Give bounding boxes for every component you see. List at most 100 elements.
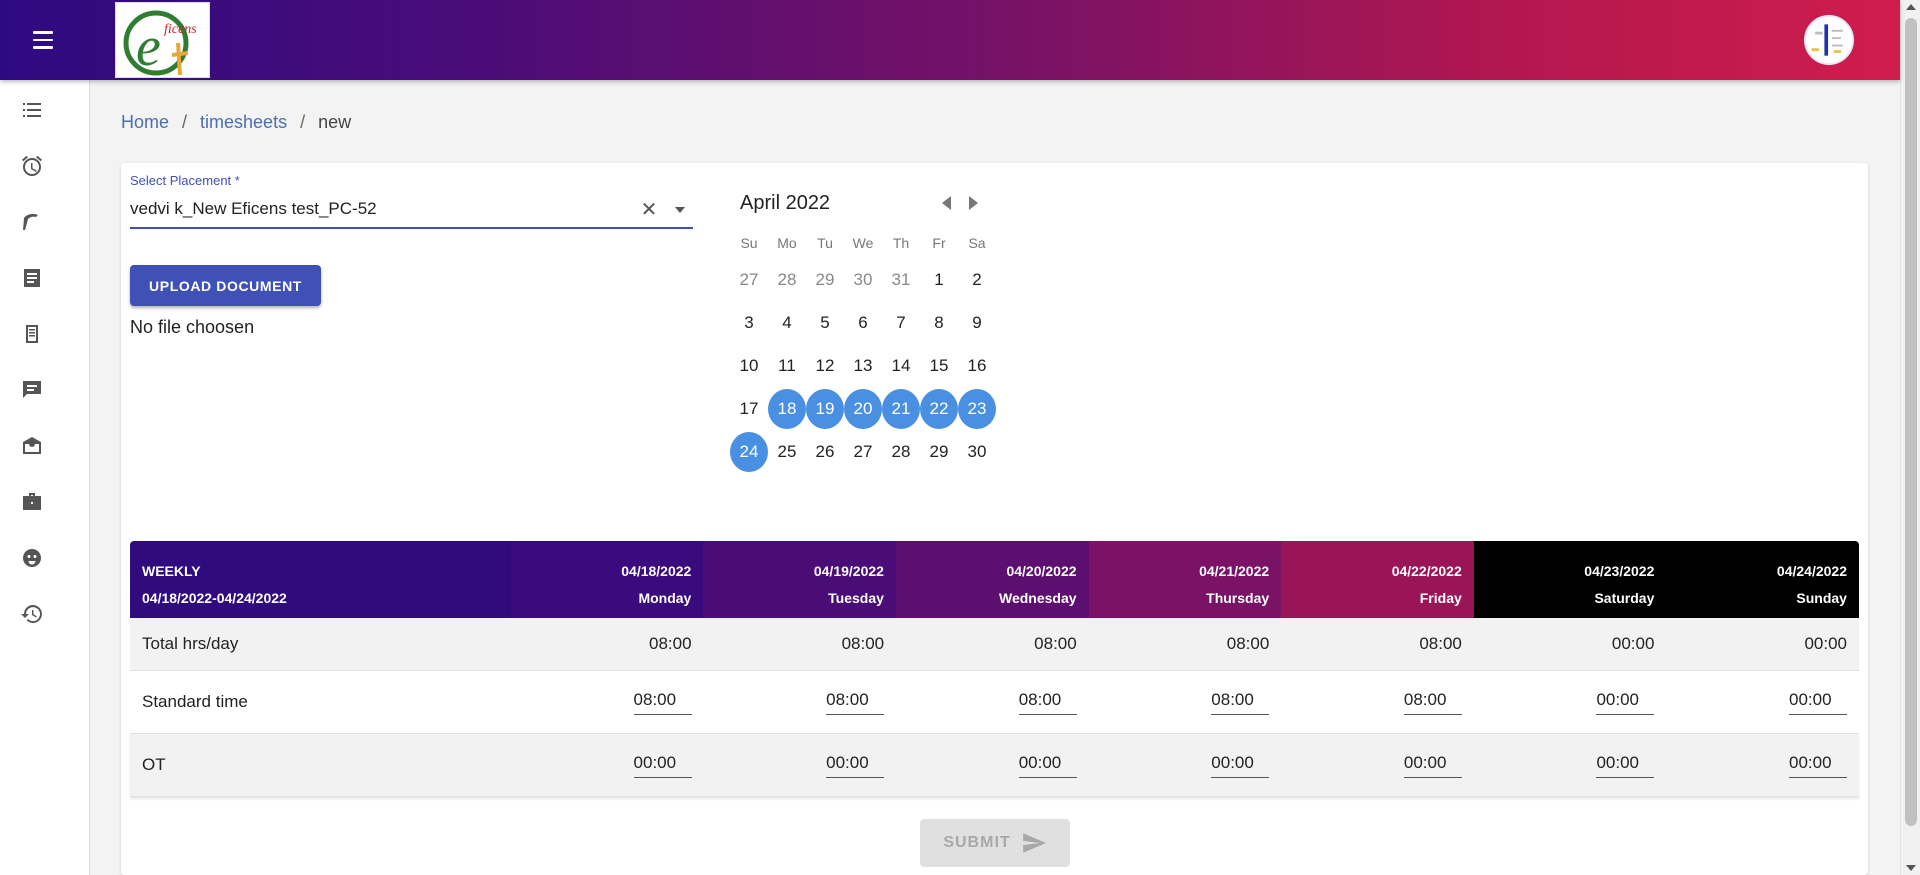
input-cell: 00:00: [1666, 690, 1859, 715]
calendar-day-selected[interactable]: 20: [844, 389, 882, 429]
calendar-day[interactable]: 8: [920, 305, 958, 341]
calendar-day[interactable]: 31: [882, 262, 920, 298]
calendar-day[interactable]: 29: [920, 434, 958, 470]
standard-time-input[interactable]: 08:00: [1211, 690, 1270, 715]
tool-icon[interactable]: [18, 208, 46, 236]
history-icon[interactable]: [18, 600, 46, 628]
calendar-day[interactable]: 1: [920, 262, 958, 298]
standard-time-input[interactable]: 00:00: [1789, 690, 1848, 715]
hamburger-menu-icon[interactable]: [22, 26, 64, 54]
standard-time-input[interactable]: 08:00: [633, 690, 692, 715]
standard-time-input[interactable]: 08:00: [1403, 690, 1462, 715]
calendar-day-selected[interactable]: 24: [730, 432, 768, 472]
chat-icon[interactable]: [18, 376, 46, 404]
ot-input[interactable]: 00:00: [826, 753, 885, 778]
calendar-day[interactable]: 2: [958, 262, 996, 298]
ot-input[interactable]: 00:00: [1789, 753, 1848, 778]
calendar-day[interactable]: 11: [768, 348, 806, 384]
calendar-day[interactable]: 16: [958, 348, 996, 384]
day-date: 04/22/2022: [1391, 563, 1462, 579]
calendar-day[interactable]: 17: [730, 391, 768, 427]
user-avatar[interactable]: [1804, 15, 1854, 65]
day-name: Monday: [638, 590, 692, 606]
eficens-logo[interactable]: e ficens: [115, 2, 210, 78]
ot-input[interactable]: 00:00: [1596, 753, 1655, 778]
calendar-day[interactable]: 7: [882, 305, 920, 341]
calendar-day[interactable]: 4: [768, 305, 806, 341]
input-cell: 08:00: [704, 690, 897, 715]
weekday-label: Th: [892, 235, 910, 251]
breadcrumb-separator: /: [300, 112, 306, 132]
weekly-label: WEEKLY: [142, 563, 201, 579]
calendar-day[interactable]: 15: [920, 348, 958, 384]
calendar-day[interactable]: 13: [844, 348, 882, 384]
calendar-grid: Su Mo Tu We Th Fr Sa 27 28 29 30 31 1 2 3 4 5 6 7 8 9 10 11 12…: [730, 235, 996, 472]
scroll-up-icon[interactable]: [1906, 4, 1916, 10]
placement-select[interactable]: vedvi k_New Eficens test_PC-52 ✕: [130, 195, 693, 229]
briefcase-icon[interactable]: [18, 488, 46, 516]
submit-button[interactable]: SUBMIT: [920, 819, 1070, 867]
svg-text:e: e: [136, 16, 161, 78]
calendar-day-selected[interactable]: 23: [958, 389, 996, 429]
ot-input[interactable]: 00:00: [1403, 753, 1462, 778]
calendar-day[interactable]: 12: [806, 348, 844, 384]
sidebar: [0, 80, 90, 875]
calendar-day-selected[interactable]: 18: [768, 389, 806, 429]
document-list-icon[interactable]: [18, 264, 46, 292]
calendar-day[interactable]: 25: [768, 434, 806, 470]
calendar-weekday-header: Su Mo Tu We Th Fr Sa: [730, 235, 996, 255]
calendar-day[interactable]: 30: [958, 434, 996, 470]
day-header-cell: 04/19/2022 Tuesday: [703, 541, 896, 618]
weekday-label: Su: [740, 235, 758, 251]
calendar-month-title: April 2022: [740, 192, 831, 214]
total-hours-value: 00:00: [1611, 634, 1655, 653]
breadcrumb-home-link[interactable]: Home: [121, 112, 169, 133]
scrollbar-thumb[interactable]: [1905, 18, 1917, 826]
upload-document-button[interactable]: UPLOAD DOCUMENT: [130, 265, 321, 306]
calendar-day[interactable]: 9: [958, 305, 996, 341]
calendar-day[interactable]: 3: [730, 305, 768, 341]
ot-input[interactable]: 00:00: [633, 753, 692, 778]
calendar-day[interactable]: 29: [806, 262, 844, 298]
placement-value[interactable]: vedvi k_New Eficens test_PC-52: [130, 199, 377, 219]
standard-time-input[interactable]: 08:00: [826, 690, 885, 715]
input-cell: 00:00: [1089, 753, 1282, 778]
inbox-icon[interactable]: [18, 432, 46, 460]
day-date: 04/24/2022: [1776, 563, 1847, 579]
table-row-ot: OT 00:00 00:00 00:00 00:00 00:00 00:00 00:00: [130, 734, 1859, 797]
calendar-day-selected[interactable]: 19: [806, 389, 844, 429]
calendar-day-selected[interactable]: 21: [882, 389, 920, 429]
calendar-day[interactable]: 6: [844, 305, 882, 341]
breadcrumb-separator: /: [182, 112, 188, 132]
standard-time-input[interactable]: 00:00: [1596, 690, 1655, 715]
note-icon[interactable]: [18, 320, 46, 348]
calendar-day[interactable]: 30: [844, 262, 882, 298]
next-month-icon[interactable]: [969, 196, 978, 210]
standard-time-input[interactable]: 08:00: [1018, 690, 1077, 715]
checklist-icon[interactable]: [18, 96, 46, 124]
day-date: 04/21/2022: [1199, 563, 1270, 579]
vertical-scrollbar[interactable]: [1900, 0, 1920, 875]
previous-month-icon[interactable]: [942, 196, 951, 210]
scroll-down-icon[interactable]: [1906, 865, 1916, 871]
breadcrumb-current: new: [318, 112, 352, 132]
calendar-day[interactable]: 26: [806, 434, 844, 470]
input-cell: 00:00: [1666, 753, 1859, 778]
alarm-clock-icon[interactable]: [18, 152, 46, 180]
calendar-day[interactable]: 14: [882, 348, 920, 384]
face-icon[interactable]: [18, 544, 46, 572]
calendar-day[interactable]: 28: [768, 262, 806, 298]
dropdown-caret-icon[interactable]: [675, 207, 685, 213]
breadcrumb-timesheets-link[interactable]: timesheets: [200, 112, 287, 133]
ot-input[interactable]: 00:00: [1018, 753, 1077, 778]
calendar-day[interactable]: 27: [844, 434, 882, 470]
calendar-day-selected[interactable]: 22: [920, 389, 958, 429]
calendar-day[interactable]: 10: [730, 348, 768, 384]
input-cell: 00:00: [1474, 690, 1667, 715]
clear-icon[interactable]: ✕: [639, 197, 659, 222]
calendar-day[interactable]: 27: [730, 262, 768, 298]
send-icon: [1022, 833, 1046, 853]
calendar-day[interactable]: 5: [806, 305, 844, 341]
ot-input[interactable]: 00:00: [1211, 753, 1270, 778]
calendar-day[interactable]: 28: [882, 434, 920, 470]
